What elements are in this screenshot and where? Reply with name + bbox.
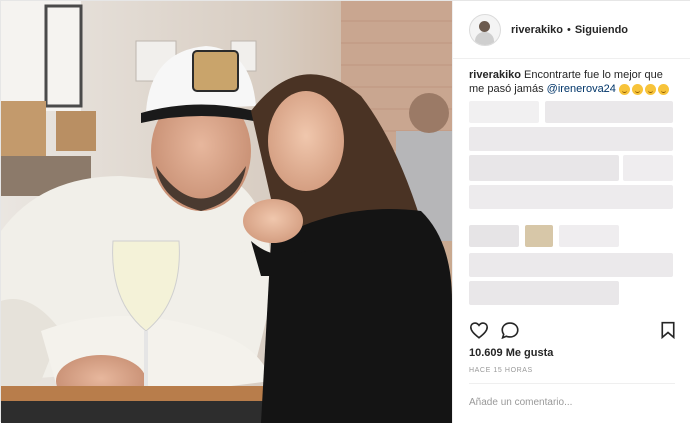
smiling-face-icon: [618, 83, 630, 95]
comment-icon[interactable]: [500, 321, 520, 344]
post-header: riverakiko • Siguiendo: [453, 1, 690, 59]
caption-mention[interactable]: @irenerova24: [547, 83, 616, 95]
caption-emojis: [618, 83, 669, 95]
bookmark-icon[interactable]: [660, 321, 676, 344]
comment-input[interactable]: Añade un comentario...: [469, 397, 572, 408]
header-username[interactable]: riverakiko: [511, 24, 563, 36]
post-caption: riverakiko Encontrarte fue lo mejor que …: [453, 59, 690, 96]
couple-photo-illustration: [1, 1, 452, 423]
avatar[interactable]: [469, 13, 501, 46]
post-photo[interactable]: [1, 1, 452, 423]
instagram-post: riverakiko • Siguiendo riverakiko Encont…: [0, 0, 690, 423]
follow-status-button[interactable]: Siguiendo: [575, 24, 628, 36]
post-actions: [469, 321, 676, 343]
smiling-face-icon: [644, 83, 656, 95]
divider: [469, 383, 675, 384]
pixelated-comments: [469, 101, 673, 317]
post-timestamp[interactable]: HACE 15 HORAS: [469, 367, 533, 374]
caption-username[interactable]: riverakiko: [469, 69, 521, 81]
likes-count[interactable]: 10.609 Me gusta: [469, 347, 553, 359]
smiling-face-icon: [657, 83, 669, 95]
header-separator: •: [566, 23, 571, 36]
smiling-face-icon: [631, 83, 643, 95]
post-side-panel: riverakiko • Siguiendo riverakiko Encont…: [452, 1, 690, 423]
heart-icon[interactable]: [469, 321, 489, 344]
